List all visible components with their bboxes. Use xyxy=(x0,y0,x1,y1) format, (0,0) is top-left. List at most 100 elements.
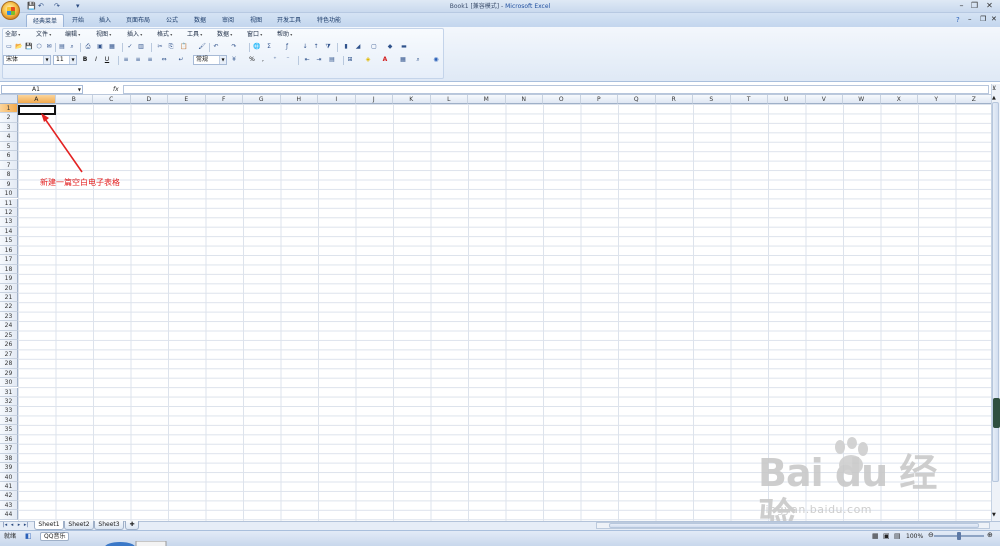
side-widget[interactable] xyxy=(993,398,1000,428)
print-icon[interactable]: ⎙ xyxy=(84,43,92,51)
bold-button[interactable]: B xyxy=(81,56,89,64)
column-header-j[interactable]: J xyxy=(355,95,393,104)
row-header-5[interactable]: 5 xyxy=(0,141,18,152)
new-icon[interactable]: ▭ xyxy=(5,43,13,51)
font-size-combo[interactable]: 11 ▼ xyxy=(53,55,77,65)
menu-window[interactable]: 窗口 xyxy=(247,30,262,39)
column-header-k[interactable]: K xyxy=(393,95,431,104)
column-header-u[interactable]: U xyxy=(768,95,806,104)
column-header-x[interactable]: X xyxy=(880,95,918,104)
tab-review[interactable]: 审阅 xyxy=(216,14,240,27)
function-icon[interactable]: ƒ xyxy=(283,43,291,51)
column-header-d[interactable]: D xyxy=(130,95,168,104)
row-header-8[interactable]: 8 xyxy=(0,170,18,180)
column-header-c[interactable]: C xyxy=(93,95,131,104)
row-header-26[interactable]: 26 xyxy=(0,340,18,350)
zoom-in-icon[interactable]: ⊕ xyxy=(987,531,993,539)
chevron-down-icon[interactable]: ▼ xyxy=(43,56,50,64)
decrease-indent-icon[interactable]: ⇤ xyxy=(303,56,311,64)
hyperlink-icon[interactable]: 🌐 xyxy=(253,43,261,51)
row-header-29[interactable]: 29 xyxy=(0,368,18,379)
column-header-z[interactable]: Z xyxy=(955,95,991,104)
insert-function-button[interactable]: fx xyxy=(113,85,119,94)
scroll-up-icon[interactable]: ▲ xyxy=(992,95,996,101)
zoom-out-icon[interactable]: ⊖ xyxy=(928,531,934,539)
column-header-e[interactable]: E xyxy=(168,95,206,104)
filter-icon[interactable]: ⧩ xyxy=(324,43,332,51)
percent-button[interactable]: % xyxy=(248,56,256,64)
tab-data[interactable]: 数据 xyxy=(188,14,212,27)
scroll-down-icon[interactable]: ▼ xyxy=(992,512,996,518)
row-header-37[interactable]: 37 xyxy=(0,444,18,454)
increase-decimal-icon[interactable]: ⁺ xyxy=(271,56,279,64)
comma-button[interactable]: , xyxy=(259,56,267,64)
conditional-format-icon[interactable]: ▤ xyxy=(328,56,336,64)
fill-color-icon[interactable]: ◈ xyxy=(364,56,372,64)
format-cells-icon[interactable]: ▦ xyxy=(399,56,407,64)
align-center-icon[interactable]: ≡ xyxy=(134,56,142,64)
tab-page-layout[interactable]: 页面布局 xyxy=(122,14,154,27)
column-header-m[interactable]: M xyxy=(468,95,506,104)
chevron-down-icon[interactable]: ▼ xyxy=(69,56,76,64)
row-header-9[interactable]: 9 xyxy=(0,179,18,190)
row-header-18[interactable]: 18 xyxy=(0,264,18,275)
minimize-button[interactable]: – xyxy=(955,1,968,11)
drawing-icon[interactable]: ◢ xyxy=(354,43,362,51)
tab-formulas[interactable]: 公式 xyxy=(160,14,184,27)
close-button[interactable]: ✕ xyxy=(983,1,996,11)
merge-center-icon[interactable]: ⇔ xyxy=(160,56,168,64)
row-header-3[interactable]: 3 xyxy=(0,122,18,133)
row-header-30[interactable]: 30 xyxy=(0,378,18,388)
spelling-icon[interactable]: ✓ xyxy=(126,43,134,51)
column-header-p[interactable]: P xyxy=(580,95,618,104)
column-header-n[interactable]: N xyxy=(505,95,543,104)
row-header-11[interactable]: 11 xyxy=(0,198,18,208)
first-sheet-icon[interactable]: |◂ xyxy=(2,522,8,529)
row-header-32[interactable]: 32 xyxy=(0,396,18,407)
font-color-icon[interactable]: A xyxy=(381,56,389,64)
zoom-level[interactable]: 100% xyxy=(906,533,923,541)
row-header-42[interactable]: 42 xyxy=(0,491,18,501)
sheet-tab-sheet2[interactable]: Sheet2 xyxy=(64,521,94,530)
row-header-23[interactable]: 23 xyxy=(0,311,18,322)
split-box-icon[interactable]: ⊻ xyxy=(992,85,996,92)
qq-music-item[interactable]: QQ音乐 xyxy=(40,532,70,541)
menu-data[interactable]: 数据 xyxy=(217,30,232,39)
ribbon-minimize-icon[interactable]: – xyxy=(968,15,972,23)
column-header-h[interactable]: H xyxy=(280,95,318,104)
row-header-14[interactable]: 14 xyxy=(0,226,18,237)
row-header-7[interactable]: 7 xyxy=(0,160,18,171)
column-header-b[interactable]: B xyxy=(55,95,93,104)
name-box[interactable]: A1 ▼ xyxy=(1,85,83,94)
sort-descending-icon[interactable]: ↑ xyxy=(312,43,320,51)
sheet-tab-sheet3[interactable]: Sheet3 xyxy=(94,521,124,530)
column-header-g[interactable]: G xyxy=(243,95,281,104)
preview-icon[interactable]: ▣ xyxy=(96,43,104,51)
column-header-s[interactable]: S xyxy=(693,95,731,104)
row-header-44[interactable]: 44 xyxy=(0,510,18,520)
email-icon[interactable]: ✉ xyxy=(45,43,53,51)
increase-indent-icon[interactable]: ⇥ xyxy=(315,56,323,64)
row-header-4[interactable]: 4 xyxy=(0,132,18,142)
row-header-10[interactable]: 10 xyxy=(0,189,18,199)
shapes-icon[interactable]: ◆ xyxy=(386,43,394,51)
ribbon-restore-icon[interactable]: ❐ xyxy=(980,15,986,23)
menu-insert[interactable]: 插入 xyxy=(127,30,142,39)
column-header-o[interactable]: O xyxy=(543,95,581,104)
macro-record-icon[interactable]: ◧ xyxy=(25,532,32,540)
row-header-36[interactable]: 36 xyxy=(0,434,18,445)
row-header-6[interactable]: 6 xyxy=(0,151,18,161)
normal-view-icon[interactable]: ▦ xyxy=(872,532,879,540)
row-header-19[interactable]: 19 xyxy=(0,274,18,284)
column-header-y[interactable]: Y xyxy=(918,95,956,104)
row-header-25[interactable]: 25 xyxy=(0,330,18,341)
tab-developer[interactable]: 开发工具 xyxy=(272,14,306,27)
row-header-35[interactable]: 35 xyxy=(0,425,18,435)
chart-icon[interactable]: ▮ xyxy=(342,43,350,51)
office-button[interactable] xyxy=(1,1,20,20)
help-icon[interactable]: ◉ xyxy=(432,56,440,64)
row-header-39[interactable]: 39 xyxy=(0,463,18,473)
column-header-i[interactable]: I xyxy=(318,95,356,104)
tab-classic-menu[interactable]: 经典菜单 xyxy=(26,14,64,27)
row-header-33[interactable]: 33 xyxy=(0,406,18,416)
